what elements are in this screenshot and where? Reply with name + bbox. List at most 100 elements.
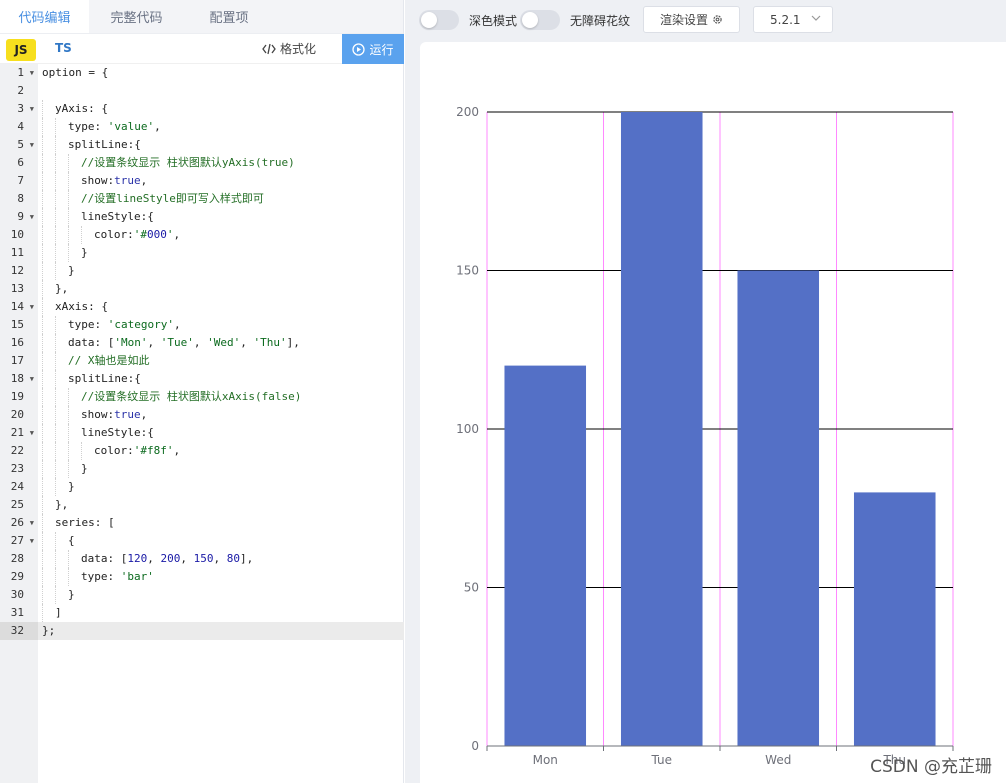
fold-arrow-icon[interactable]: ▼ bbox=[30, 64, 34, 82]
code-line[interactable]: color:'#000', bbox=[42, 226, 404, 244]
code-line[interactable]: //设置条纹显示 柱状图默认xAxis(false) bbox=[42, 388, 404, 406]
x-tick-label: Wed bbox=[765, 753, 791, 767]
line-number: 5 ▼ bbox=[0, 136, 38, 154]
line-number: 8 bbox=[17, 192, 24, 205]
code-line[interactable]: color:'#f8f', bbox=[42, 442, 404, 460]
version-select[interactable]: 5.2.1 bbox=[753, 6, 833, 33]
code-line[interactable]: type: 'value', bbox=[42, 118, 404, 136]
fold-arrow-icon[interactable]: ▼ bbox=[30, 298, 34, 316]
line-number: 11 bbox=[10, 246, 24, 259]
code-line[interactable]: }, bbox=[42, 280, 404, 298]
format-button[interactable]: 格式化 bbox=[262, 40, 316, 57]
preview-toolbar: 深色模式 无障碍花纹 渲染设置 5.2.1 bbox=[405, 0, 1006, 40]
line-number: 26 ▼ bbox=[0, 514, 38, 532]
line-number: 32 bbox=[0, 622, 38, 640]
fold-arrow-icon[interactable]: ▼ bbox=[30, 424, 34, 442]
code-line[interactable]: { bbox=[42, 532, 404, 550]
y-tick-label: 50 bbox=[464, 581, 479, 595]
code-line[interactable]: } bbox=[42, 460, 404, 478]
line-number: 10 bbox=[10, 228, 24, 241]
code-line[interactable]: //设置条纹显示 柱状图默认yAxis(true) bbox=[42, 154, 404, 172]
code-line[interactable]: type: 'category', bbox=[42, 316, 404, 334]
language-bar: JS TS 格式化 运行 bbox=[0, 34, 404, 64]
code-line[interactable]: show:true, bbox=[42, 172, 404, 190]
code-line[interactable]: series: [ bbox=[42, 514, 404, 532]
bar-chart: 050100150200Mon Tue Wed Thu bbox=[456, 105, 954, 767]
line-number: 2 bbox=[17, 84, 24, 97]
x-tick-label: Tue bbox=[651, 753, 673, 767]
format-label: 格式化 bbox=[280, 42, 317, 56]
watermark-text: CSDN @充芷珊 bbox=[870, 757, 992, 777]
line-number: 27 ▼ bbox=[0, 532, 38, 550]
js-language-button[interactable]: JS bbox=[6, 39, 36, 61]
render-settings-button[interactable]: 渲染设置 bbox=[643, 6, 740, 33]
preview-panel: 深色模式 无障碍花纹 渲染设置 5.2.1 0 50 100 150 200 Mon Tue… bbox=[405, 0, 1006, 783]
code-line[interactable]: data: ['Mon', 'Tue', 'Wed', 'Thu'], bbox=[42, 334, 404, 352]
fold-arrow-icon[interactable]: ▼ bbox=[30, 514, 34, 532]
code-area[interactable]: 1 ▼ 2 3 ▼ 4 5 ▼ 6 7 8 9 ▼ 10 11 12 13 14 ▼ 15 16 17 18 ▼ 19 20 21 ▼… bbox=[0, 64, 404, 783]
line-number: 29 bbox=[10, 570, 24, 583]
play-circle-icon bbox=[352, 42, 366, 56]
bar bbox=[504, 365, 587, 746]
line-number: 13 bbox=[10, 282, 24, 295]
run-button[interactable]: 运行 bbox=[342, 34, 404, 64]
code-line[interactable]: option = { bbox=[42, 64, 404, 82]
line-number: 7 bbox=[17, 174, 24, 187]
code-line[interactable]: splitLine:{ bbox=[42, 136, 404, 154]
ts-language-button[interactable]: TS bbox=[55, 41, 72, 55]
y-tick-label: 0 bbox=[471, 739, 479, 753]
fold-arrow-icon[interactable]: ▼ bbox=[30, 208, 34, 226]
line-number: 20 bbox=[10, 408, 24, 421]
code-line[interactable]: }, bbox=[42, 496, 404, 514]
line-number: 22 bbox=[10, 444, 24, 457]
tab-full-code[interactable]: 完整代码 bbox=[89, 0, 184, 33]
fold-arrow-icon[interactable]: ▼ bbox=[30, 370, 34, 388]
line-number: 25 bbox=[10, 498, 24, 511]
chevron-down-icon bbox=[810, 12, 822, 27]
code-line[interactable]: lineStyle:{ bbox=[42, 424, 404, 442]
code-line[interactable]: }; bbox=[38, 622, 404, 640]
decal-toggle[interactable] bbox=[520, 10, 560, 30]
line-number: 17 bbox=[10, 354, 24, 367]
fold-arrow-icon[interactable]: ▼ bbox=[30, 136, 34, 154]
line-number: 24 bbox=[10, 480, 24, 493]
dark-mode-toggle[interactable] bbox=[419, 10, 459, 30]
code-line[interactable]: yAxis: { bbox=[42, 100, 404, 118]
line-number: 18 ▼ bbox=[0, 370, 38, 388]
x-tick-label: Mon bbox=[533, 753, 558, 767]
line-number: 21 ▼ bbox=[0, 424, 38, 442]
code-line[interactable]: } bbox=[42, 586, 404, 604]
code-line[interactable]: xAxis: { bbox=[42, 298, 404, 316]
line-number: 15 bbox=[10, 318, 24, 331]
code-line[interactable] bbox=[42, 82, 404, 100]
tab-code-edit[interactable]: 代码编辑 bbox=[0, 0, 89, 33]
line-number: 30 bbox=[10, 588, 24, 601]
code-line[interactable]: data: [120, 200, 150, 80], bbox=[42, 550, 404, 568]
line-number-gutter: 1 ▼ 2 3 ▼ 4 5 ▼ 6 7 8 9 ▼ 10 11 12 13 14 ▼ 15 16 17 18 ▼ 19 20 21 ▼… bbox=[0, 64, 38, 783]
fold-arrow-icon[interactable]: ▼ bbox=[30, 100, 34, 118]
fold-arrow-icon[interactable]: ▼ bbox=[30, 532, 34, 550]
code-line[interactable]: } bbox=[42, 262, 404, 280]
code-line[interactable]: } bbox=[42, 478, 404, 496]
y-tick-label: 200 bbox=[456, 105, 479, 119]
dark-mode-label: 深色模式 bbox=[469, 14, 518, 28]
code-lines[interactable]: option = {yAxis: {type: 'value', splitLin… bbox=[38, 64, 404, 640]
code-line[interactable]: type: 'bar' bbox=[42, 568, 404, 586]
render-settings-label: 渲染设置 bbox=[659, 13, 708, 27]
chart-container: 0 50 100 150 200 Mon Tue Wed Thu bbox=[420, 42, 1006, 783]
run-label: 运行 bbox=[369, 42, 394, 57]
code-line[interactable]: lineStyle:{ bbox=[42, 208, 404, 226]
code-line[interactable]: // X轴也是如此 bbox=[42, 352, 404, 370]
code-line[interactable]: //设置lineStyle即可写入样式即可 bbox=[42, 190, 404, 208]
decal-label: 无障碍花纹 bbox=[570, 14, 631, 28]
code-line[interactable]: ] bbox=[42, 604, 404, 622]
code-line[interactable]: splitLine:{ bbox=[42, 370, 404, 388]
y-tick-label: 150 bbox=[456, 264, 479, 278]
line-number: 4 bbox=[17, 120, 24, 133]
tab-config-items[interactable]: 配置项 bbox=[184, 0, 274, 33]
code-line[interactable]: } bbox=[42, 244, 404, 262]
line-number: 16 bbox=[10, 336, 24, 349]
version-value: 5.2.1 bbox=[770, 13, 801, 27]
editor-tabs: 代码编辑 完整代码 配置项 bbox=[0, 0, 403, 34]
code-line[interactable]: show:true, bbox=[42, 406, 404, 424]
